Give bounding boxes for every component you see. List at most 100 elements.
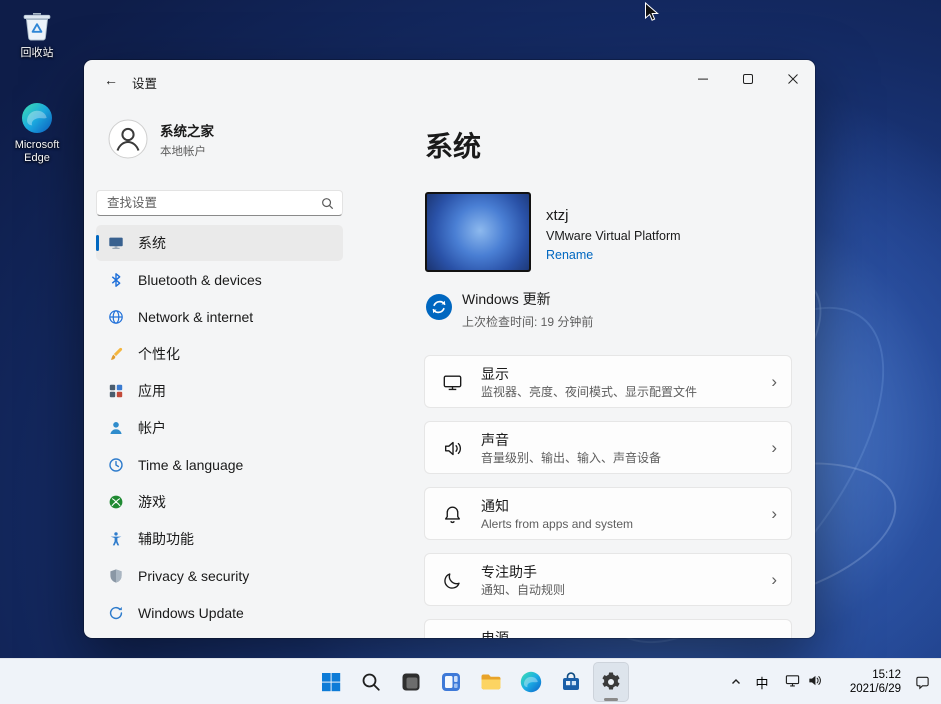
edge-button[interactable] [513, 662, 549, 702]
settings-window: ← 设置 系统之家 本地帐户 [84, 60, 815, 638]
card-notifications[interactable]: 通知 Alerts from apps and system › [424, 487, 792, 540]
windows-update-title: Windows 更新 [462, 289, 593, 309]
sidebar-item-gaming[interactable]: 游戏 [96, 484, 343, 520]
search-icon [321, 197, 334, 210]
focus-assist-moon-icon [442, 570, 463, 591]
network-globe-icon [108, 309, 124, 325]
tray-time: 15:12 [872, 668, 901, 682]
desktop-icon-label: Microsoft Edge [2, 139, 72, 164]
taskbar-search-button[interactable] [353, 662, 389, 702]
card-title: 专注助手 [481, 563, 751, 581]
sidebar-item-privacy-security[interactable]: Privacy & security [96, 558, 343, 594]
task-view-button[interactable] [393, 662, 429, 702]
sidebar-item-personalization[interactable]: 个性化 [96, 336, 343, 372]
sidebar-item-label: 个性化 [138, 344, 180, 364]
avatar [108, 119, 148, 159]
card-title: 通知 [481, 497, 751, 515]
window-titlebar: ← 设置 [84, 60, 815, 100]
edge-icon [19, 100, 55, 136]
clock-icon [108, 457, 124, 473]
sidebar-item-bluetooth-devices[interactable]: Bluetooth & devices [96, 262, 343, 298]
system-tray: 中 15:12 2021/6/29 [723, 662, 937, 702]
bluetooth-icon [108, 272, 124, 288]
sidebar-item-system[interactable]: 系统 [96, 225, 343, 261]
system-monitor-icon [108, 235, 124, 251]
window-title: 设置 [132, 73, 157, 92]
device-wallpaper-thumbnail [425, 192, 531, 272]
card-display[interactable]: 显示 监视器、亮度、夜间模式、显示配置文件 › [424, 355, 792, 408]
sidebar-item-label: Privacy & security [138, 568, 249, 584]
apps-grid-icon [108, 383, 124, 399]
ime-indicator[interactable]: 中 [749, 662, 775, 702]
chevron-right-icon: › [771, 570, 777, 590]
network-volume-button[interactable] [775, 662, 831, 702]
card-title: 显示 [481, 365, 751, 383]
card-subtitle: Alerts from apps and system [481, 517, 751, 532]
windows-update-icon [108, 605, 124, 621]
device-name: xtzj [546, 207, 681, 224]
clock-date-button[interactable]: 15:12 2021/6/29 [831, 662, 907, 702]
notification-center-button[interactable] [907, 662, 937, 702]
card-title: 声音 [481, 431, 751, 449]
sidebar-item-label: Network & internet [138, 309, 253, 325]
search-input[interactable] [97, 191, 342, 215]
store-button[interactable] [553, 662, 589, 702]
user-profile[interactable]: 系统之家 本地帐户 [108, 119, 214, 159]
profile-account-type: 本地帐户 [160, 143, 214, 159]
desktop-icon-microsoft-edge[interactable]: Microsoft Edge [2, 100, 72, 164]
accounts-person-icon [108, 420, 124, 436]
settings-sidebar-nav: 系统 Bluetooth & devices Network & interne… [96, 225, 343, 632]
card-subtitle: 监视器、亮度、夜间模式、显示配置文件 [481, 385, 751, 400]
widgets-button[interactable] [433, 662, 469, 702]
sidebar-item-windows-update[interactable]: Windows Update [96, 595, 343, 631]
card-subtitle: 音量级别、输出、输入、声音设备 [481, 451, 751, 466]
sidebar-item-label: 帐户 [138, 418, 166, 438]
personalization-brush-icon [108, 346, 124, 362]
card-sound[interactable]: 声音 音量级别、输出、输入、声音设备 › [424, 421, 792, 474]
device-info: xtzj VMware Virtual Platform Rename [546, 207, 681, 262]
start-button[interactable] [313, 662, 349, 702]
device-model: VMware Virtual Platform [546, 229, 681, 243]
desktop-icon-recycle-bin[interactable]: 回收站 [2, 8, 72, 60]
rename-link[interactable]: Rename [546, 248, 681, 262]
sidebar-item-label: Bluetooth & devices [138, 272, 262, 288]
settings-search [96, 190, 343, 216]
chevron-right-icon: › [771, 504, 777, 524]
sidebar-item-label: 辅助功能 [138, 529, 194, 549]
windows-update-badge-icon [426, 294, 452, 320]
gaming-icon [108, 494, 124, 510]
card-power[interactable]: 电源 › [424, 619, 792, 638]
maximize-button[interactable] [725, 60, 770, 98]
taskbar-center [313, 662, 629, 702]
sidebar-item-network-internet[interactable]: Network & internet [96, 299, 343, 335]
recycle-bin-icon [19, 8, 55, 44]
window-controls [680, 60, 815, 98]
page-title: 系统 [425, 130, 481, 164]
sidebar-item-apps[interactable]: 应用 [96, 373, 343, 409]
file-explorer-button[interactable] [473, 662, 509, 702]
privacy-shield-icon [108, 568, 124, 584]
minimize-button[interactable] [680, 60, 725, 98]
card-subtitle: 通知、自动规则 [481, 583, 751, 598]
volume-icon [807, 673, 822, 691]
sidebar-item-label: 系统 [138, 233, 166, 253]
network-icon [785, 673, 800, 691]
sidebar-item-label: Time & language [138, 457, 243, 473]
sidebar-item-accounts[interactable]: 帐户 [96, 410, 343, 446]
close-button[interactable] [770, 60, 815, 98]
sidebar-item-label: 应用 [138, 381, 166, 401]
windows-update-status[interactable]: Windows 更新 上次检查时间: 19 分钟前 [426, 289, 593, 330]
tray-date: 2021/6/29 [850, 682, 901, 696]
tray-chevron-up-icon[interactable] [723, 662, 749, 702]
taskbar: 中 15:12 2021/6/29 [0, 658, 941, 704]
settings-button[interactable] [593, 662, 629, 702]
back-button[interactable]: ← [96, 68, 126, 92]
card-title: 电源 [481, 629, 751, 638]
card-focus-assist[interactable]: 专注助手 通知、自动规则 › [424, 553, 792, 606]
sidebar-item-time-language[interactable]: Time & language [96, 447, 343, 483]
sidebar-item-accessibility[interactable]: 辅助功能 [96, 521, 343, 557]
chevron-right-icon: › [771, 438, 777, 458]
accessibility-icon [108, 531, 124, 547]
display-icon [442, 372, 463, 393]
sidebar-item-label: 游戏 [138, 492, 166, 512]
